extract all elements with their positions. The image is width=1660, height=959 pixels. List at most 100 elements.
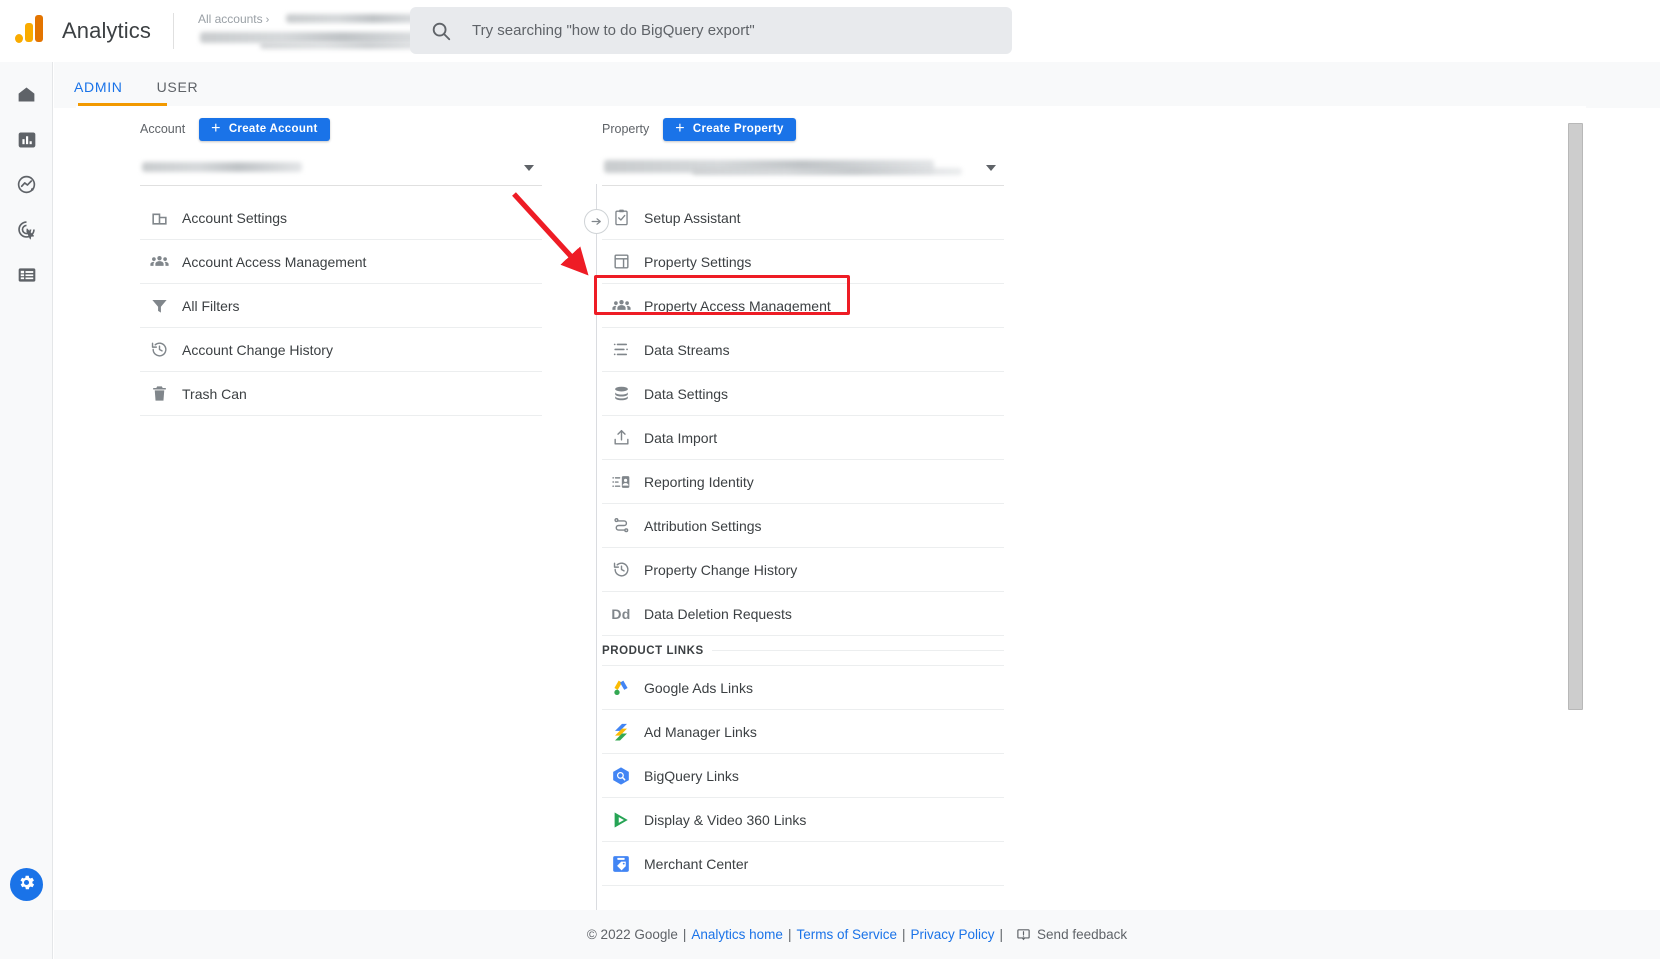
ad-manager-links-row[interactable]: Ad Manager Links — [602, 710, 1004, 754]
footer-separator-2: | — [787, 927, 792, 942]
trash-can-label: Trash Can — [182, 385, 247, 402]
history-icon — [140, 340, 178, 359]
account-change-history-label: Account Change History — [182, 341, 333, 358]
page-footer: © 2022 Google | Analytics home | Terms o… — [54, 910, 1660, 959]
reports-icon — [17, 130, 37, 150]
home-icon — [16, 84, 37, 105]
search-input[interactable]: Try searching "how to do BigQuery export… — [410, 7, 1012, 54]
trash-can-row[interactable]: Trash Can — [140, 372, 542, 416]
property-access-management-row[interactable]: Property Access Management — [602, 284, 1004, 328]
trash-icon — [140, 384, 178, 403]
admin-user-tabs: ADMIN USER — [54, 62, 1660, 108]
footer-link-analytics-home[interactable]: Analytics home — [691, 927, 783, 942]
breadcrumb-all-accounts[interactable]: All accounts › — [198, 12, 272, 26]
connector-line — [596, 184, 597, 944]
property-column: Property + Create Property Setup Assista… — [602, 106, 1004, 886]
account-column-header: Account + Create Account — [140, 106, 542, 152]
data-streams-label: Data Streams — [644, 341, 730, 358]
chevron-down-icon — [986, 165, 996, 171]
plus-icon: + — [675, 120, 685, 137]
account-selector[interactable] — [140, 152, 542, 186]
feedback-icon — [1016, 927, 1031, 942]
plus-icon: + — [211, 120, 221, 137]
building-icon — [140, 208, 178, 227]
account-menu: Account Settings Account Access Manageme… — [140, 196, 542, 416]
create-property-button[interactable]: + Create Property — [663, 117, 796, 141]
data-import-row[interactable]: Data Import — [602, 416, 1004, 460]
history-icon — [602, 560, 640, 579]
display-video-360-icon — [602, 810, 640, 830]
footer-send-feedback[interactable]: Send feedback — [1037, 927, 1127, 942]
display-video-360-links-row[interactable]: Display & Video 360 Links — [602, 798, 1004, 842]
setup-assistant-label: Setup Assistant — [644, 209, 741, 226]
admin-gear-button[interactable] — [10, 868, 43, 901]
brand-divider — [172, 13, 174, 49]
sidebar-item-configure[interactable] — [0, 252, 53, 297]
all-filters-row[interactable]: All Filters — [140, 284, 542, 328]
people-icon — [140, 251, 178, 272]
sidebar-item-reports[interactable] — [0, 117, 53, 162]
search-placeholder: Try searching "how to do BigQuery export… — [472, 22, 755, 39]
footer-link-privacy-policy[interactable]: Privacy Policy — [911, 927, 995, 942]
property-access-management-label: Property Access Management — [644, 297, 831, 314]
footer-separator-4: | — [999, 927, 1004, 942]
google-ads-icon — [602, 678, 640, 698]
footer-separator-1: | — [682, 927, 687, 942]
product-links-section-header: PRODUCT LINKS — [602, 636, 1004, 666]
property-change-history-row[interactable]: Property Change History — [602, 548, 1004, 592]
property-column-header: Property + Create Property — [602, 106, 1004, 152]
chevron-down-icon — [524, 165, 534, 171]
reporting-identity-label: Reporting Identity — [644, 473, 754, 490]
content-scrollbar-thumb[interactable] — [1568, 123, 1583, 710]
sidebar-item-home[interactable] — [0, 72, 53, 117]
bigquery-icon — [602, 766, 640, 786]
attribution-icon — [602, 516, 640, 535]
property-name-redacted-2 — [692, 168, 962, 175]
gear-icon — [17, 873, 36, 897]
account-label: Account — [140, 122, 186, 136]
product-links-label: PRODUCT LINKS — [602, 644, 712, 657]
data-streams-row[interactable]: Data Streams — [602, 328, 1004, 372]
property-change-history-label: Property Change History — [644, 561, 798, 578]
account-access-management-row[interactable]: Account Access Management — [140, 240, 542, 284]
google-ads-links-label: Google Ads Links — [644, 679, 753, 696]
create-account-label: Create Account — [228, 123, 318, 135]
sidebar-item-explore[interactable] — [0, 162, 53, 207]
bigquery-links-label: BigQuery Links — [644, 767, 739, 784]
attribution-settings-row[interactable]: Attribution Settings — [602, 504, 1004, 548]
setup-assistant-row[interactable]: Setup Assistant — [602, 196, 1004, 240]
merchant-center-label: Merchant Center — [644, 855, 749, 872]
create-account-button[interactable]: + Create Account — [199, 117, 330, 141]
merchant-center-row[interactable]: Merchant Center — [602, 842, 1004, 886]
attribution-settings-label: Attribution Settings — [644, 517, 762, 534]
upload-icon — [602, 428, 640, 447]
property-selector[interactable] — [602, 152, 1004, 186]
top-bar: Analytics All accounts › Try searching "h… — [0, 0, 1660, 62]
reporting-identity-icon — [602, 472, 640, 492]
merchant-center-icon — [602, 854, 640, 874]
explore-icon — [16, 174, 37, 195]
admin-content-panel: Account + Create Account Account Setting… — [76, 106, 1572, 944]
all-filters-label: All Filters — [182, 297, 240, 314]
property-settings-row[interactable]: Property Settings — [602, 240, 1004, 284]
data-streams-icon — [602, 340, 640, 359]
configure-icon — [17, 265, 37, 285]
left-nav-rail — [0, 62, 53, 959]
filter-icon — [140, 296, 178, 315]
search-icon — [430, 20, 452, 42]
account-settings-row[interactable]: Account Settings — [140, 196, 542, 240]
bigquery-links-row[interactable]: BigQuery Links — [602, 754, 1004, 798]
google-ads-links-row[interactable]: Google Ads Links — [602, 666, 1004, 710]
advertising-icon — [16, 219, 37, 240]
account-change-history-row[interactable]: Account Change History — [140, 328, 542, 372]
reporting-identity-row[interactable]: Reporting Identity — [602, 460, 1004, 504]
footer-copyright: © 2022 Google — [586, 927, 678, 942]
data-settings-row[interactable]: Data Settings — [602, 372, 1004, 416]
data-deletion-requests-row[interactable]: Dd Data Deletion Requests — [602, 592, 1004, 636]
create-property-label: Create Property — [692, 123, 784, 135]
layout-icon — [602, 252, 640, 271]
database-icon — [602, 384, 640, 403]
breadcrumb-chevron-icon: › — [265, 14, 270, 26]
footer-link-terms-of-service[interactable]: Terms of Service — [796, 927, 897, 942]
sidebar-item-advertising[interactable] — [0, 207, 53, 252]
